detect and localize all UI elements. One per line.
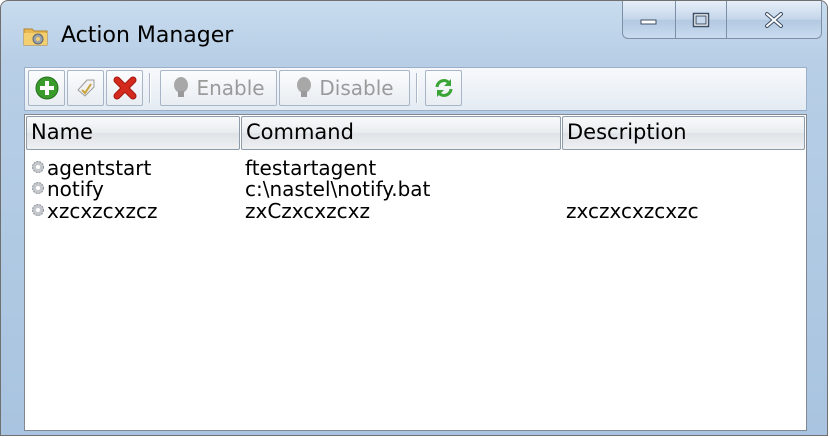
row-command: ftestartagent xyxy=(245,156,377,180)
enable-button[interactable]: Enable xyxy=(160,70,277,106)
maximize-button[interactable] xyxy=(675,1,727,39)
gear-icon xyxy=(32,161,44,173)
column-header-command[interactable]: Command xyxy=(241,116,561,150)
window-title: Action Manager xyxy=(61,23,234,48)
row-description: zxczxcxzcxzc xyxy=(566,199,699,223)
toolbar-separator xyxy=(416,73,418,103)
edit-icon xyxy=(76,79,94,97)
disable-label: Disable xyxy=(319,76,394,100)
add-icon xyxy=(35,76,58,100)
gear-icon xyxy=(32,204,44,216)
caption-buttons xyxy=(622,1,824,41)
title-bar[interactable]: Action Manager xyxy=(1,1,827,63)
list-header: Name Command Description xyxy=(25,115,806,151)
lightbulb-icon xyxy=(174,77,189,97)
delete-action-button[interactable] xyxy=(106,70,143,106)
maximize-icon xyxy=(692,12,710,27)
add-action-button[interactable] xyxy=(28,70,65,106)
action-manager-window: Action Manager Enable Disable Name Comma… xyxy=(0,0,828,436)
column-header-name[interactable]: Name xyxy=(26,116,240,150)
row-name: notify xyxy=(47,177,104,201)
minimize-button[interactable] xyxy=(622,1,676,39)
folder-gear-icon xyxy=(23,25,49,47)
row-command: c:\nastel\notify.bat xyxy=(245,177,431,201)
close-icon xyxy=(765,11,783,28)
edit-action-button[interactable] xyxy=(67,70,104,106)
delete-icon xyxy=(113,76,136,100)
close-button[interactable] xyxy=(726,1,822,39)
gear-icon xyxy=(32,182,44,194)
minimize-icon xyxy=(640,19,657,24)
lightbulb-icon xyxy=(297,77,312,97)
row-name: xzcxzcxzcz xyxy=(47,199,158,223)
toolbar: Enable Disable xyxy=(24,67,807,111)
row-command: zxCzxcxzcxz xyxy=(245,199,370,223)
column-header-description[interactable]: Description xyxy=(562,116,805,150)
actions-list[interactable]: Name Command Description agentstart ftes… xyxy=(24,114,807,431)
list-item[interactable]: xzcxzcxzcz zxCzxcxzcxz zxczxcxzcxzc xyxy=(25,201,806,224)
refresh-icon xyxy=(435,79,452,97)
disable-button[interactable]: Disable xyxy=(279,70,410,106)
toolbar-separator xyxy=(149,73,151,103)
refresh-button[interactable] xyxy=(425,70,462,106)
row-name: agentstart xyxy=(47,156,152,180)
enable-label: Enable xyxy=(196,76,265,100)
